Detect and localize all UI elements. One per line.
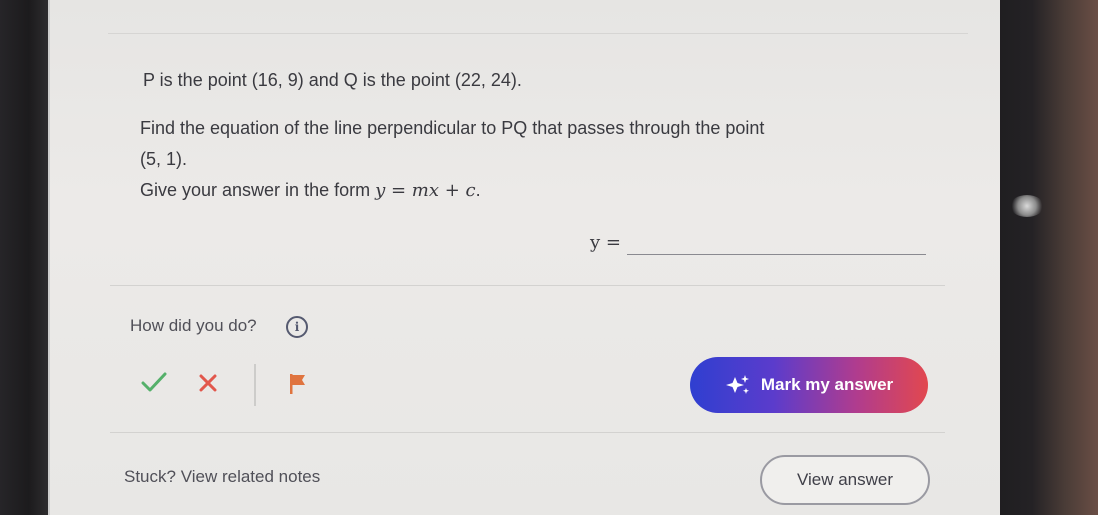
sparkle-icon — [725, 375, 749, 394]
check-icon[interactable] — [140, 370, 168, 399]
mark-my-answer-button[interactable]: Mark my answer — [690, 357, 928, 413]
info-icon[interactable]: i — [286, 316, 308, 338]
cross-icon[interactable] — [197, 372, 219, 399]
answer-row: y = — [590, 230, 926, 255]
flag-icon[interactable] — [288, 372, 308, 401]
question-line-2: Find the equation of the line perpendicu… — [140, 118, 765, 138]
question-line-3: (5, 1). — [140, 149, 188, 169]
view-related-notes-link[interactable]: Stuck? View related notes — [124, 467, 320, 487]
answer-input[interactable] — [626, 230, 926, 255]
view-answer-button[interactable]: View answer — [760, 455, 930, 505]
device-bezel-right — [988, 0, 1098, 515]
question-line-4: Give your answer in the form y = mx + c. — [140, 180, 481, 201]
question-line-1: P is the point (16, 9) and Q is the poin… — [143, 70, 522, 90]
how-did-you-do-label: How did you do? — [130, 316, 257, 335]
answer-form-math: y = mx + c — [375, 180, 476, 201]
answer-form-suffix: . — [475, 180, 481, 200]
bottom-divider — [110, 432, 945, 433]
answer-form-prefix: Give your answer in the form — [140, 180, 376, 200]
camera-reflection — [1010, 195, 1044, 217]
section-divider — [110, 285, 945, 286]
feedback-separator — [254, 364, 256, 406]
answer-label: y = — [590, 232, 621, 253]
view-answer-label: View answer — [796, 470, 894, 489]
device-bezel-left — [0, 0, 48, 515]
top-divider — [108, 33, 968, 34]
mark-my-answer-label: Mark my answer — [760, 375, 894, 394]
